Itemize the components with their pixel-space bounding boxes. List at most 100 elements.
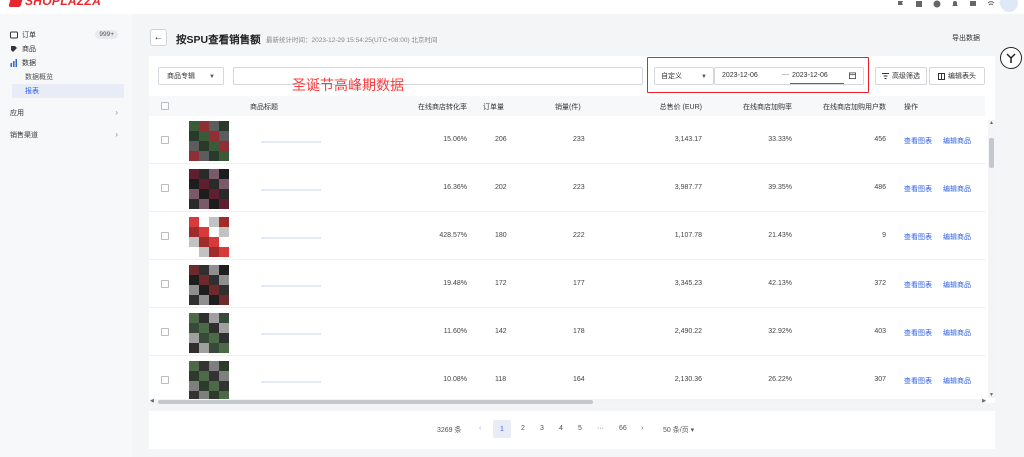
product-title-redacted[interactable] [261, 141, 321, 143]
table-row[interactable]: 15.06% 206 233 3,143.17 33.33% 456 查看图表 编辑商品 [149, 116, 985, 164]
export-button[interactable]: 导出数据 [952, 33, 980, 43]
next-page-icon[interactable]: › [641, 425, 643, 432]
page-size-select[interactable]: 50 条/页 ▾ [663, 425, 694, 435]
edit-product-link[interactable]: 编辑商品 [943, 376, 971, 386]
cell-cart-users: 307 [874, 376, 886, 383]
col-cart-users[interactable]: 在线商店加购用户数 [809, 102, 886, 112]
sidebar-item-orders[interactable]: 订单 999+ [0, 28, 132, 42]
cell-orders: 206 [495, 136, 507, 143]
product-thumbnail[interactable] [189, 217, 229, 257]
date-start[interactable]: 2023-12-06 [722, 72, 758, 79]
view-chart-link[interactable]: 查看图表 [904, 136, 932, 146]
date-mode-select[interactable]: 自定义 ▼ [654, 67, 714, 85]
view-chart-link[interactable]: 查看图表 [904, 328, 932, 338]
sidebar-item-data-overview[interactable]: 数据概览 [0, 70, 132, 84]
scroll-thumb[interactable] [158, 400, 593, 404]
shoplazza-logo[interactable]: SHOPLAZZA [8, 0, 101, 8]
sidebar-item-data[interactable]: 数据 [0, 56, 132, 70]
edit-product-link[interactable]: 编辑商品 [943, 328, 971, 338]
product-title-redacted[interactable] [261, 285, 321, 287]
col-cart-rate[interactable]: 在线商店加购率 [715, 102, 792, 112]
prev-page-icon[interactable]: ‹ [479, 425, 481, 432]
sidebar-item-label: 应用 [10, 110, 24, 117]
page-title: 按SPU查看销售额 [176, 34, 261, 46]
select-all-checkbox[interactable] [161, 102, 169, 110]
col-units[interactable]: 销量(件) [555, 102, 581, 112]
product-thumbnail[interactable] [189, 361, 229, 401]
product-thumbnail[interactable] [189, 265, 229, 305]
avatar[interactable] [1000, 0, 1018, 12]
view-chart-link[interactable]: 查看图表 [904, 184, 932, 194]
message-icon[interactable] [968, 0, 978, 8]
col-title[interactable]: 商品标题 [250, 102, 278, 112]
page-3[interactable]: 3 [540, 425, 544, 432]
row-checkbox[interactable] [161, 184, 169, 192]
cell-orders: 202 [495, 184, 507, 191]
scroll-thumb[interactable] [989, 138, 994, 168]
edit-columns-button[interactable]: 编辑表头 [929, 67, 985, 85]
cell-cart-users: 456 [874, 136, 886, 143]
cell-units: 177 [573, 280, 585, 287]
scroll-up-icon[interactable]: ▲ [989, 120, 994, 126]
product-thumbnail[interactable] [189, 169, 229, 209]
col-total[interactable]: 总售价 (EUR) [635, 102, 702, 112]
table-row[interactable]: 16.36% 202 223 3,987.77 39.35% 486 查看图表 编辑商品 [149, 164, 985, 212]
page-2[interactable]: 2 [521, 425, 525, 432]
sidebar-item-reports[interactable]: 报表 [12, 84, 124, 98]
product-thumbnail[interactable] [189, 121, 229, 161]
cell-conversion: 11.60% [443, 328, 467, 335]
edit-product-link[interactable]: 编辑商品 [943, 184, 971, 194]
row-checkbox[interactable] [161, 376, 169, 384]
row-checkbox[interactable] [161, 328, 169, 336]
edit-product-link[interactable]: 编辑商品 [943, 280, 971, 290]
button-label: 高级筛选 [892, 73, 920, 80]
table-row[interactable]: 10.08% 118 164 2,130.36 26.22% 307 查看图表 编辑商品 [149, 356, 985, 404]
sidebar-item-apps[interactable]: 应用 › [0, 106, 132, 120]
back-button[interactable]: ← [150, 29, 167, 46]
scroll-down-icon[interactable]: ▼ [989, 392, 994, 398]
cell-cart-rate: 42.13% [768, 280, 792, 287]
flag-icon[interactable] [896, 0, 906, 8]
date-end[interactable]: 2023-12-06 [792, 72, 828, 79]
advanced-filter-button[interactable]: 高级筛选 [875, 67, 927, 85]
edit-product-link[interactable]: 编辑商品 [943, 232, 971, 242]
scroll-left-icon[interactable]: ◀ [150, 398, 154, 404]
bell-icon[interactable] [950, 0, 960, 8]
page-5[interactable]: 5 [578, 425, 582, 432]
arrow-left-icon: ← [153, 32, 164, 43]
horizontal-scrollbar[interactable]: ◀ ▶ [150, 398, 986, 405]
store-icon[interactable] [914, 0, 924, 8]
page-ellipsis[interactable]: ··· [597, 425, 604, 432]
sidebar-item-products[interactable]: 商品 [0, 42, 132, 56]
view-chart-link[interactable]: 查看图表 [904, 376, 932, 386]
col-conversion[interactable]: 在线商店转化率 [375, 102, 467, 112]
view-chart-link[interactable]: 查看图表 [904, 280, 932, 290]
product-title-redacted[interactable] [261, 381, 321, 383]
page-1[interactable]: 1 [493, 420, 511, 438]
row-checkbox[interactable] [161, 136, 169, 144]
product-thumbnail[interactable] [189, 313, 229, 353]
top-icons [896, 0, 996, 8]
view-chart-link[interactable]: 查看图表 [904, 232, 932, 242]
calendar-icon[interactable] [849, 72, 856, 79]
row-checkbox[interactable] [161, 280, 169, 288]
product-title-redacted[interactable] [261, 237, 321, 239]
help-icon[interactable] [932, 0, 942, 8]
edit-product-link[interactable]: 编辑商品 [943, 136, 971, 146]
scroll-right-icon[interactable]: ▶ [982, 398, 986, 404]
sidebar-item-sales-channels[interactable]: 销售渠道 › [0, 128, 132, 142]
col-orders[interactable]: 订单量 [483, 102, 504, 112]
product-collection-select[interactable]: 商品专辑 ▼ [158, 67, 224, 85]
page-last[interactable]: 66 [619, 425, 627, 432]
product-title-redacted[interactable] [261, 189, 321, 191]
table-row[interactable]: 428.57% 180 222 1,107.78 21.43% 9 查看图表 编辑商品 [149, 212, 985, 260]
table-row[interactable]: 11.60% 142 178 2,490.22 32.92% 403 查看图表 编辑商品 [149, 308, 985, 356]
date-range-picker[interactable]: 2023-12-06 — 2023-12-06 [714, 67, 864, 85]
assistant-icon[interactable] [1000, 47, 1022, 69]
row-checkbox[interactable] [161, 232, 169, 240]
table-row[interactable]: 19.48% 172 177 3,345.23 42.13% 372 查看图表 编辑商品 [149, 260, 985, 308]
vertical-scrollbar[interactable]: ▲ ▼ [988, 120, 995, 398]
wifi-icon[interactable] [986, 0, 996, 8]
page-4[interactable]: 4 [559, 425, 563, 432]
product-title-redacted[interactable] [261, 333, 321, 335]
